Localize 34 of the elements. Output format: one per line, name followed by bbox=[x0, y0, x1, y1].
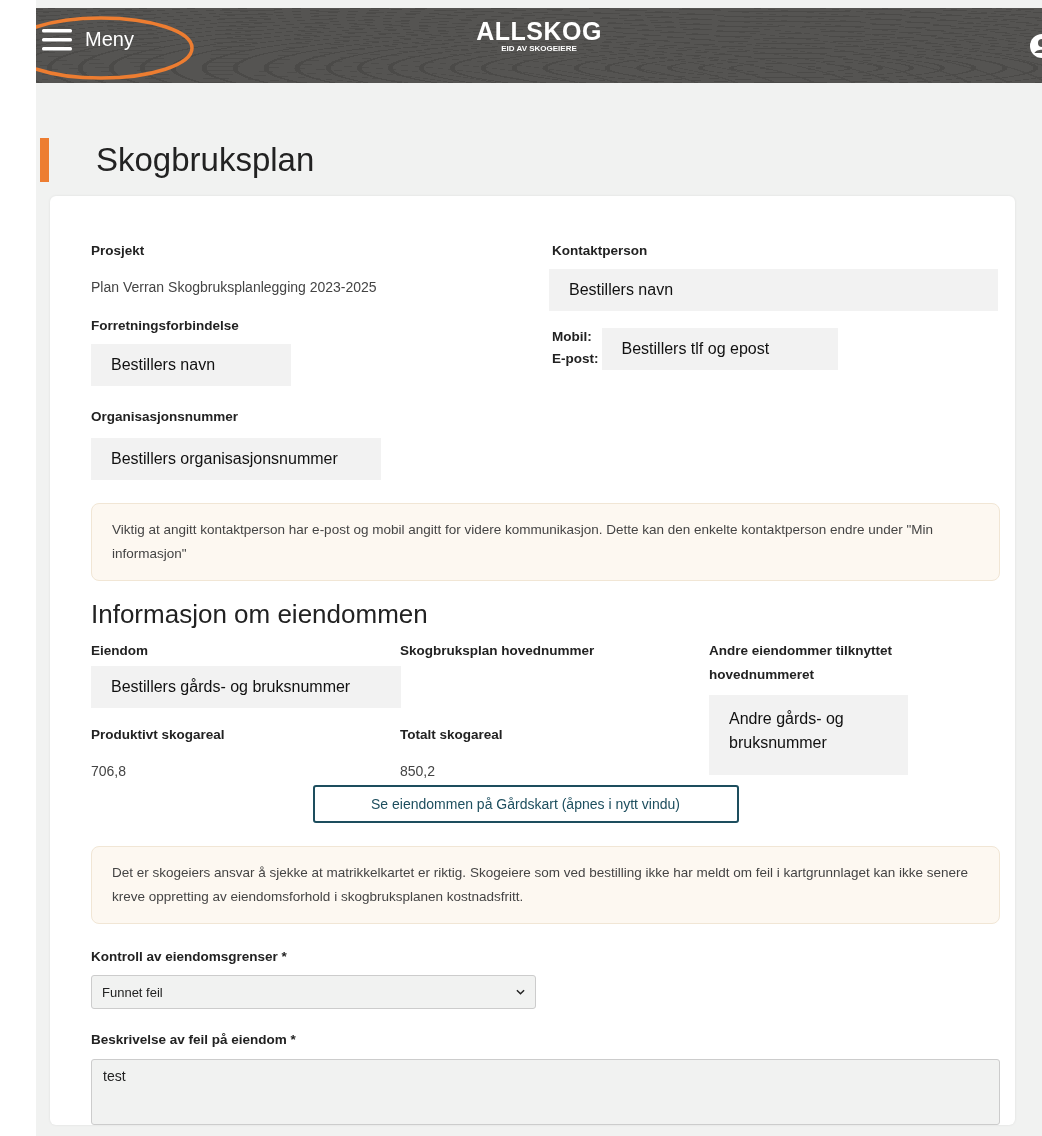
field-value: Plan Verran Skogbruksplanlegging 2023-2025 bbox=[91, 279, 377, 295]
input-field[interactable]: Bestillers navn bbox=[549, 269, 998, 311]
field-label: Kontaktperson bbox=[552, 242, 648, 260]
field-label: Totalt skogareal bbox=[400, 726, 503, 744]
map-link-button[interactable]: Se eiendommen på Gårdskart (åpnes i nytt vindu) bbox=[312, 785, 739, 823]
field-label: E-post: bbox=[552, 350, 599, 368]
input-field[interactable]: Andre gårds- og bruksnummer bbox=[709, 695, 908, 775]
field-label: Skogbruksplan hovednummer bbox=[400, 642, 595, 660]
field-value: 706,8 bbox=[91, 763, 127, 779]
section-heading: Informasjon om eiendommen bbox=[91, 599, 429, 630]
page-title: Skogbruksplan bbox=[96, 141, 315, 179]
field-label: Eiendom bbox=[91, 642, 148, 660]
input-field[interactable]: Bestillers gårds- og bruksnummer bbox=[91, 666, 401, 708]
field-value: 850,2 bbox=[400, 763, 436, 779]
warning-notice: Det er skogeiers ansvar å sjekke at matrikkelkartet er riktig. Skogeiere som ved bestilling ikke har meldt om feil i kartgrunnlaget kan ikke senere kreve oppretting av eiendomsforhold i skogbruksplanen kostnadsfritt. bbox=[91, 846, 1000, 924]
field-label: Forretningsforbindelse bbox=[91, 317, 239, 335]
input-field[interactable]: Bestillers organisasjonsnummer bbox=[91, 438, 381, 480]
logo-tagline: EID AV SKOGEIERE bbox=[500, 43, 578, 54]
field-label: Beskrivelse av feil på eiendom * bbox=[91, 1031, 297, 1049]
text-area[interactable]: test bbox=[91, 1059, 1000, 1125]
field-label: Produktivt skogareal bbox=[91, 726, 225, 744]
menu-icon bbox=[42, 28, 72, 51]
input-field[interactable]: Bestillers navn bbox=[91, 344, 291, 386]
input-field[interactable]: Bestillers tlf og epost bbox=[601, 328, 838, 370]
field-label: Andre eiendommer tilknyttet hovednummeret bbox=[709, 642, 894, 684]
dropdown[interactable]: Funnet feil bbox=[91, 975, 536, 1009]
field-label: Mobil: bbox=[552, 328, 593, 346]
accent-bar bbox=[40, 138, 49, 182]
field-label: Prosjekt bbox=[91, 242, 145, 260]
field-label: Kontroll av eiendomsgrenser * bbox=[91, 948, 288, 966]
field-label: Organisasjonsnummer bbox=[91, 408, 239, 426]
chevron-down-icon bbox=[516, 989, 525, 995]
info-notice: Viktig at angitt kontaktperson har e-post og mobil angitt for videre kommunikasjon. Dette kan den enkelte kontaktperson endre under "Min informasjon" bbox=[91, 503, 1000, 581]
logo-text: ALLSKOG bbox=[476, 17, 602, 44]
